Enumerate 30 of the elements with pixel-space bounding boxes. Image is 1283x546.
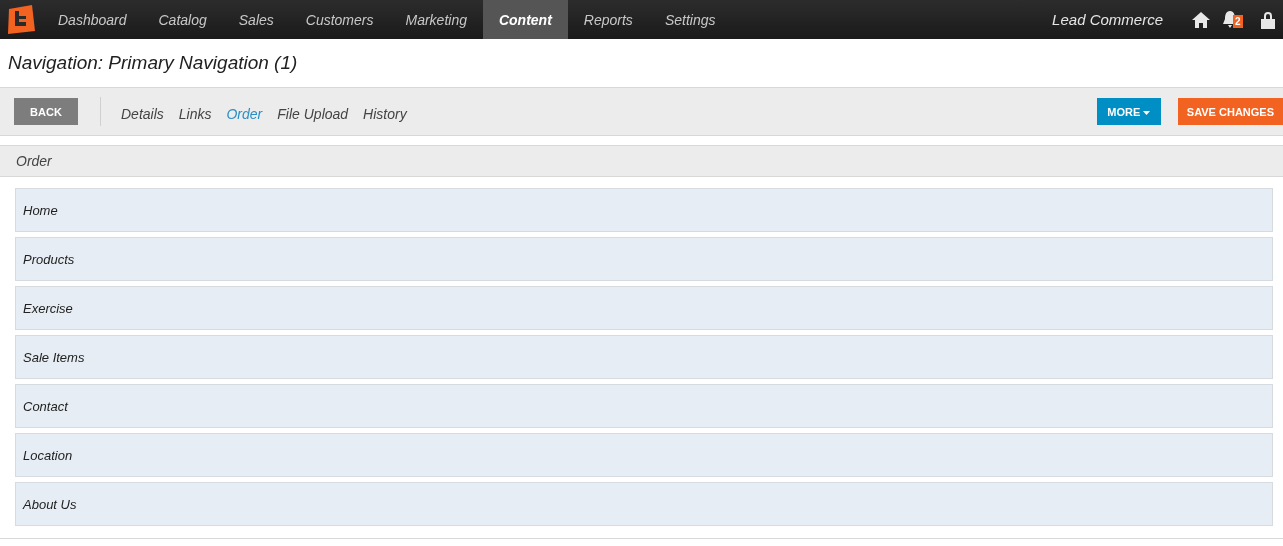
- home-icon[interactable]: [1191, 10, 1211, 29]
- back-button[interactable]: BACK: [14, 98, 78, 125]
- nav-item[interactable]: Catalog: [142, 0, 223, 39]
- store-name: Lead Commerce: [1052, 10, 1163, 30]
- bell-icon[interactable]: [1223, 9, 1237, 28]
- tab[interactable]: File Upload: [277, 105, 349, 122]
- order-item[interactable]: Location: [15, 433, 1273, 477]
- nav-item[interactable]: Content: [482, 0, 568, 39]
- nav-item[interactable]: Dashboard: [42, 0, 143, 39]
- notification-badge: 2: [1233, 14, 1243, 28]
- tab[interactable]: Links: [178, 105, 212, 122]
- nav-item[interactable]: Customers: [289, 0, 390, 39]
- nav-item[interactable]: Sales: [222, 0, 290, 39]
- lock-icon[interactable]: [1261, 10, 1275, 29]
- nav-item[interactable]: Settings: [648, 0, 732, 39]
- order-item[interactable]: Exercise: [15, 286, 1273, 330]
- nav-item[interactable]: Marketing: [389, 0, 483, 39]
- page-title: Navigation: Primary Navigation (1): [7, 51, 299, 74]
- order-item[interactable]: Home: [15, 188, 1273, 232]
- tab[interactable]: Details: [121, 105, 164, 122]
- section-title: Order: [16, 153, 52, 169]
- order-item[interactable]: About Us: [15, 482, 1273, 526]
- tab[interactable]: History: [363, 105, 407, 122]
- logo-icon[interactable]: [6, 5, 35, 34]
- order-item[interactable]: Sale Items: [15, 335, 1273, 379]
- order-item[interactable]: Products: [15, 237, 1273, 281]
- order-item[interactable]: Contact: [15, 384, 1273, 428]
- caret-icon: [1143, 110, 1151, 115]
- nav-item[interactable]: Reports: [567, 0, 649, 39]
- more-button[interactable]: MORE: [1096, 98, 1161, 125]
